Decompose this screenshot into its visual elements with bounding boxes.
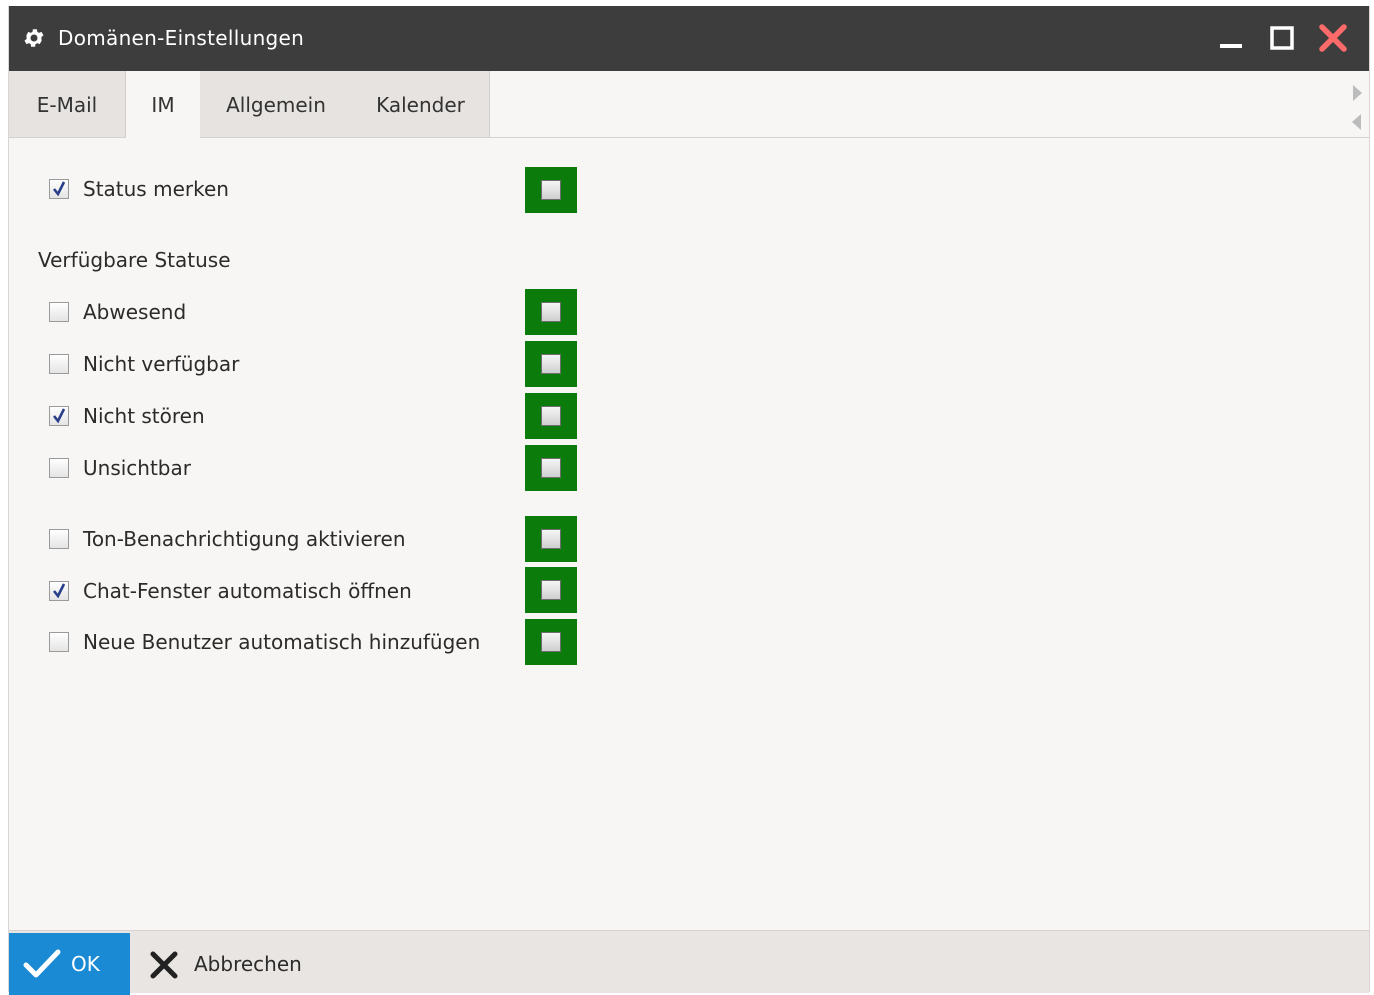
option-chat-lock[interactable] [525, 567, 577, 613]
checkmark-icon [52, 181, 66, 197]
tab-allgemein[interactable]: Allgemein [200, 71, 353, 137]
cancel-label: Abbrechen [194, 952, 302, 976]
status-nicht-verfuegbar-lock[interactable] [525, 341, 577, 387]
scroll-left-icon[interactable] [1350, 113, 1364, 131]
status-nicht-stoeren-label: Nicht stören [83, 404, 205, 428]
option-ton-label: Ton-Benachrichtigung aktivieren [83, 527, 406, 551]
cancel-button[interactable]: Abbrechen [139, 933, 339, 995]
status-nicht-verfuegbar-label: Nicht verfügbar [83, 352, 240, 376]
status-unsichtbar-lock[interactable] [525, 445, 577, 491]
close-icon [150, 951, 178, 979]
status-abwesend-label: Abwesend [83, 300, 187, 324]
option-chat-checkbox[interactable] [49, 581, 69, 601]
gear-icon [24, 29, 44, 47]
option-benutzer-checkbox[interactable] [49, 632, 69, 652]
checkmark-icon [23, 949, 61, 978]
option-ton-lock[interactable] [525, 516, 577, 562]
status-merken-label: Status merken [83, 177, 229, 201]
status-unsichtbar-checkbox[interactable] [49, 458, 69, 478]
checkmark-icon [52, 583, 66, 599]
option-benutzer-label: Neue Benutzer automatisch hinzufügen [83, 630, 481, 654]
tab-email[interactable]: E-Mail [9, 71, 126, 137]
status-merken-checkbox[interactable] [49, 179, 69, 199]
minimize-icon[interactable] [1215, 22, 1247, 54]
status-merken-lock[interactable] [525, 167, 577, 213]
dialog-footer: OK Abbrechen [9, 930, 1369, 995]
status-unsichtbar-label: Unsichtbar [83, 456, 191, 480]
tab-bar: E-Mail IM Allgemein Kalender [9, 71, 1369, 138]
tab-kalender[interactable]: Kalender [352, 71, 490, 137]
status-nicht-stoeren-lock[interactable] [525, 393, 577, 439]
option-ton-checkbox[interactable] [49, 529, 69, 549]
settings-dialog: Domänen-Einstellungen E-Mail IM Allgemei… [8, 6, 1370, 995]
option-benutzer-lock[interactable] [525, 619, 577, 665]
tab-im[interactable]: IM [125, 71, 201, 138]
status-nicht-verfuegbar-checkbox[interactable] [49, 354, 69, 374]
window-title: Domänen-Einstellungen [58, 26, 305, 50]
checkmark-icon [52, 408, 66, 424]
status-abwesend-checkbox[interactable] [49, 302, 69, 322]
ok-label: OK [71, 952, 100, 976]
scroll-right-icon[interactable] [1350, 84, 1364, 102]
option-chat-label: Chat-Fenster automatisch öffnen [83, 579, 412, 603]
ok-button[interactable]: OK [9, 933, 130, 995]
close-icon[interactable] [1317, 22, 1349, 54]
maximize-icon[interactable] [1266, 22, 1298, 54]
title-bar[interactable]: Domänen-Einstellungen [9, 6, 1369, 71]
status-nicht-stoeren-checkbox[interactable] [49, 406, 69, 426]
status-abwesend-lock[interactable] [525, 289, 577, 335]
section-title-statuses: Verfügbare Statuse [38, 248, 231, 272]
